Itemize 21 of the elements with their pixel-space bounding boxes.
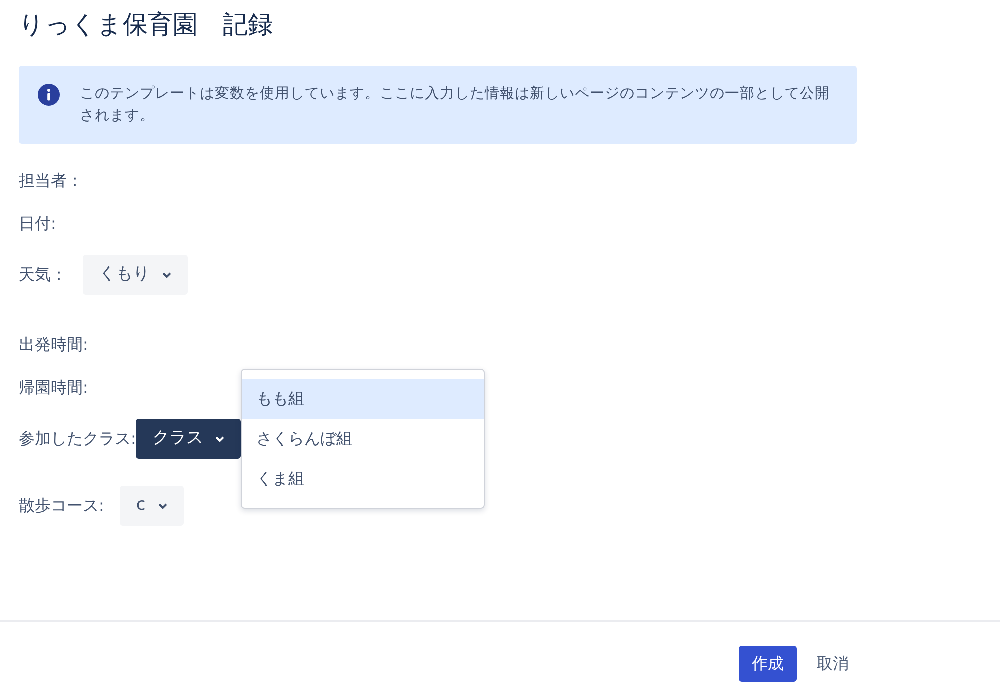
dropdown-item[interactable]: さくらんぼ組 bbox=[242, 419, 484, 459]
field-label: 天気： bbox=[19, 264, 67, 286]
dropdown-item[interactable]: くま組 bbox=[242, 459, 484, 499]
dropdown-item[interactable]: もも組 bbox=[242, 379, 484, 419]
field-label: 日付: bbox=[19, 213, 56, 235]
field-label: 担当者： bbox=[19, 170, 83, 192]
field-label: 帰園時間: bbox=[19, 377, 88, 399]
create-button[interactable]: 作成 bbox=[739, 646, 797, 682]
select-button[interactable]: c bbox=[120, 486, 184, 526]
select-button[interactable]: クラス bbox=[136, 419, 242, 459]
field-label: 散歩コース: bbox=[19, 495, 104, 517]
chevron-down-icon bbox=[158, 502, 168, 510]
field-label: 参加したクラス: bbox=[19, 428, 136, 450]
chevron-down-icon bbox=[215, 436, 226, 442]
chevron-down-icon bbox=[162, 272, 172, 278]
select-button[interactable]: くもり bbox=[83, 255, 188, 295]
cancel-button[interactable]: 取消 bbox=[811, 650, 855, 676]
info-icon bbox=[38, 84, 60, 106]
page-title: りっくま保育園 記録 bbox=[19, 10, 274, 40]
info-message: このテンプレートは変数を使用しています。ここに入力した情報は新しいページのコンテンツの一部として公開されます。 bbox=[80, 84, 831, 126]
field-label: 出発時間: bbox=[19, 334, 88, 356]
